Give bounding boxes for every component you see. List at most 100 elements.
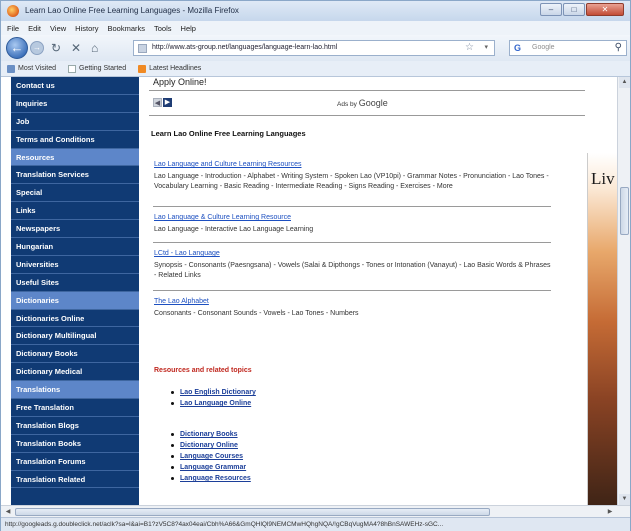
sidebar-item-dictionary-multilingual[interactable]: Dictionary Multilingual xyxy=(11,327,139,346)
sidebar-item-translations[interactable]: Translations xyxy=(11,381,139,400)
scroll-right-icon[interactable]: ▶ xyxy=(605,507,615,517)
resources-list-b: Dictionary Books Dictionary Online Langu… xyxy=(171,429,251,484)
resource-link[interactable]: Dictionary Books xyxy=(171,429,251,440)
section-lao-language-resource: Lao Language & Culture Learning Resource… xyxy=(154,214,552,235)
stop-icon[interactable]: ✕ xyxy=(71,41,81,55)
title-bar: Learn Lao Online Free Learning Languages… xyxy=(1,1,630,21)
sidebar-item-terms-and-conditions[interactable]: Terms and Conditions xyxy=(11,131,139,149)
section-description: Lao Language - Introduction - Alphabet -… xyxy=(154,173,549,190)
bookmark-latest-headlines[interactable]: Latest Headlines xyxy=(138,64,201,73)
sidebar-item-translation-blogs[interactable]: Translation Blogs xyxy=(11,417,139,435)
sidebar-item-dictionary-books[interactable]: Dictionary Books xyxy=(11,345,139,364)
section-link[interactable]: The Lao Alphabet xyxy=(154,298,552,305)
scroll-up-icon[interactable]: ▲ xyxy=(619,77,630,88)
sidebar-item-links[interactable]: Links xyxy=(11,202,139,221)
forward-button[interactable]: → xyxy=(30,41,44,55)
home-icon[interactable]: ⌂ xyxy=(91,41,98,55)
url-text[interactable]: http://www.ats-group.net/languages/langu… xyxy=(152,44,337,51)
divider xyxy=(153,290,551,291)
resource-link[interactable]: Language Grammar xyxy=(171,462,251,473)
menu-help[interactable]: Help xyxy=(181,24,196,33)
ads-brand: Google xyxy=(358,98,388,108)
sidebar-item-free-translation[interactable]: Free Translation xyxy=(11,399,139,417)
resource-link[interactable]: Lao English Dictionary xyxy=(171,387,256,398)
scroll-left-icon[interactable]: ◀ xyxy=(3,507,13,517)
scroll-down-icon[interactable]: ▼ xyxy=(619,494,630,505)
sidebar-item-translation-related[interactable]: Translation Related xyxy=(11,471,139,489)
search-engine-icon[interactable]: G xyxy=(514,43,521,53)
section-description: Synopsis - Consonants (Paesngsana) - Vow… xyxy=(154,262,551,279)
menu-history[interactable]: History xyxy=(75,24,98,33)
resource-link[interactable]: Language Courses xyxy=(171,451,251,462)
minimize-button[interactable]: – xyxy=(540,3,562,16)
search-input[interactable]: Google xyxy=(532,44,555,51)
section-lao-alphabet: The Lao Alphabet Consonants - Consonant … xyxy=(154,298,552,319)
section-link[interactable]: LCtd - Lao Language xyxy=(154,250,552,257)
site-favicon-icon xyxy=(138,44,147,53)
resource-link[interactable]: Lao Language Online xyxy=(171,398,256,409)
reload-icon[interactable]: ↻ xyxy=(51,41,61,55)
sidebar-item-translation-services[interactable]: Translation Services xyxy=(11,166,139,185)
close-button[interactable]: ✕ xyxy=(586,3,624,16)
sidebar-item-special[interactable]: Special xyxy=(11,184,139,203)
sidebar-item-dictionaries[interactable]: Dictionaries xyxy=(11,291,139,310)
resources-list-a: Lao English Dictionary Lao Language Onli… xyxy=(171,387,256,409)
navigation-toolbar: ← → ↻ ✕ ⌂ http://www.ats-group.net/langu… xyxy=(1,35,630,61)
bookmark-star-icon[interactable]: ☆ xyxy=(465,42,474,53)
page-title: Learn Lao Online Free Learning Languages xyxy=(151,129,306,138)
vertical-scroll-thumb[interactable] xyxy=(620,187,629,235)
firefox-icon xyxy=(7,5,19,17)
menu-edit[interactable]: Edit xyxy=(28,24,41,33)
status-text: http://googleads.g.doubleclick.net/aclk?… xyxy=(5,521,444,528)
sidebar-item-newspapers[interactable]: Newspapers xyxy=(11,220,139,239)
menu-view[interactable]: View xyxy=(50,24,66,33)
sidebar-item-hungarian[interactable]: Hungarian xyxy=(11,238,139,256)
bookmark-most-visited[interactable]: Most Visited xyxy=(7,64,56,73)
divider xyxy=(153,242,551,243)
sidebar-item-translation-forums[interactable]: Translation Forums xyxy=(11,453,139,471)
sidebar-item-translation-books[interactable]: Translation Books xyxy=(11,435,139,453)
ad-bar: ◀ ▶ Ads by Google xyxy=(149,90,585,116)
bookmark-getting-started[interactable]: Getting Started xyxy=(68,64,126,73)
page-viewport: Contact us Inquiries Job Terms and Conditio… xyxy=(1,77,630,505)
sidebar-item-resources[interactable]: Resources xyxy=(11,148,139,167)
sidebar-item-dictionary-medical[interactable]: Dictionary Medical xyxy=(11,363,139,382)
url-dropdown-icon[interactable]: ▾ xyxy=(484,43,488,51)
menu-tools[interactable]: Tools xyxy=(154,24,172,33)
menu-bookmarks[interactable]: Bookmarks xyxy=(108,24,146,33)
resource-link[interactable]: Dictionary Online xyxy=(171,440,251,451)
menu-bar: File Edit View History Bookmarks Tools H… xyxy=(1,21,630,35)
back-button[interactable]: ← xyxy=(6,37,28,59)
horizontal-scrollbar[interactable]: ◀ ▶ xyxy=(1,505,630,517)
resource-link[interactable]: Language Resources xyxy=(171,473,251,484)
ad-next-icon[interactable]: ▶ xyxy=(163,98,172,107)
sidebar-item-universities[interactable]: Universities xyxy=(11,256,139,274)
search-bar[interactable]: G Google ⚲ xyxy=(509,40,627,56)
maximize-button[interactable]: □ xyxy=(563,3,585,16)
search-icon[interactable]: ⚲ xyxy=(615,42,622,53)
ad-prev-icon[interactable]: ◀ xyxy=(153,98,162,107)
ad-headline: Liv xyxy=(591,169,615,188)
section-link[interactable]: Lao Language & Culture Learning Resource xyxy=(154,214,552,221)
menu-file[interactable]: File xyxy=(7,24,19,33)
section-description: Lao Language - Interactive Lao Language … xyxy=(154,226,314,233)
sidebar-item-useful-sites[interactable]: Useful Sites xyxy=(11,274,139,292)
sidebar-item-inquiries[interactable]: Inquiries xyxy=(11,95,139,113)
sidebar-item-contact-us[interactable]: Contact us xyxy=(11,77,139,95)
sidebar-nav: Contact us Inquiries Job Terms and Conditio… xyxy=(11,77,139,505)
section-link[interactable]: Lao Language and Culture Learning Resour… xyxy=(154,161,552,168)
apply-online-link[interactable]: Apply Online! xyxy=(153,77,207,87)
bookmark-label: Most Visited xyxy=(18,65,56,72)
rss-icon xyxy=(138,64,147,73)
right-advertisement[interactable]: Liv xyxy=(587,153,617,505)
ads-by-google[interactable]: Ads by Google xyxy=(337,98,388,108)
url-bar[interactable]: http://www.ats-group.net/languages/langu… xyxy=(133,40,495,56)
main-content: Apply Online! ◀ ▶ Ads by Google Learn La… xyxy=(145,77,585,505)
sidebar-item-dictionaries-online[interactable]: Dictionaries Online xyxy=(11,310,139,328)
section-description: Consonants - Consonant Sounds - Vowels -… xyxy=(154,310,359,317)
horizontal-scroll-thumb[interactable] xyxy=(15,508,490,516)
sidebar-item-job[interactable]: Job xyxy=(11,113,139,131)
section-lctl: LCtd - Lao Language Synopsis - Consonant… xyxy=(154,250,552,281)
ads-by-label: Ads by xyxy=(337,101,357,108)
vertical-scrollbar[interactable]: ▲ ▼ xyxy=(617,77,630,505)
